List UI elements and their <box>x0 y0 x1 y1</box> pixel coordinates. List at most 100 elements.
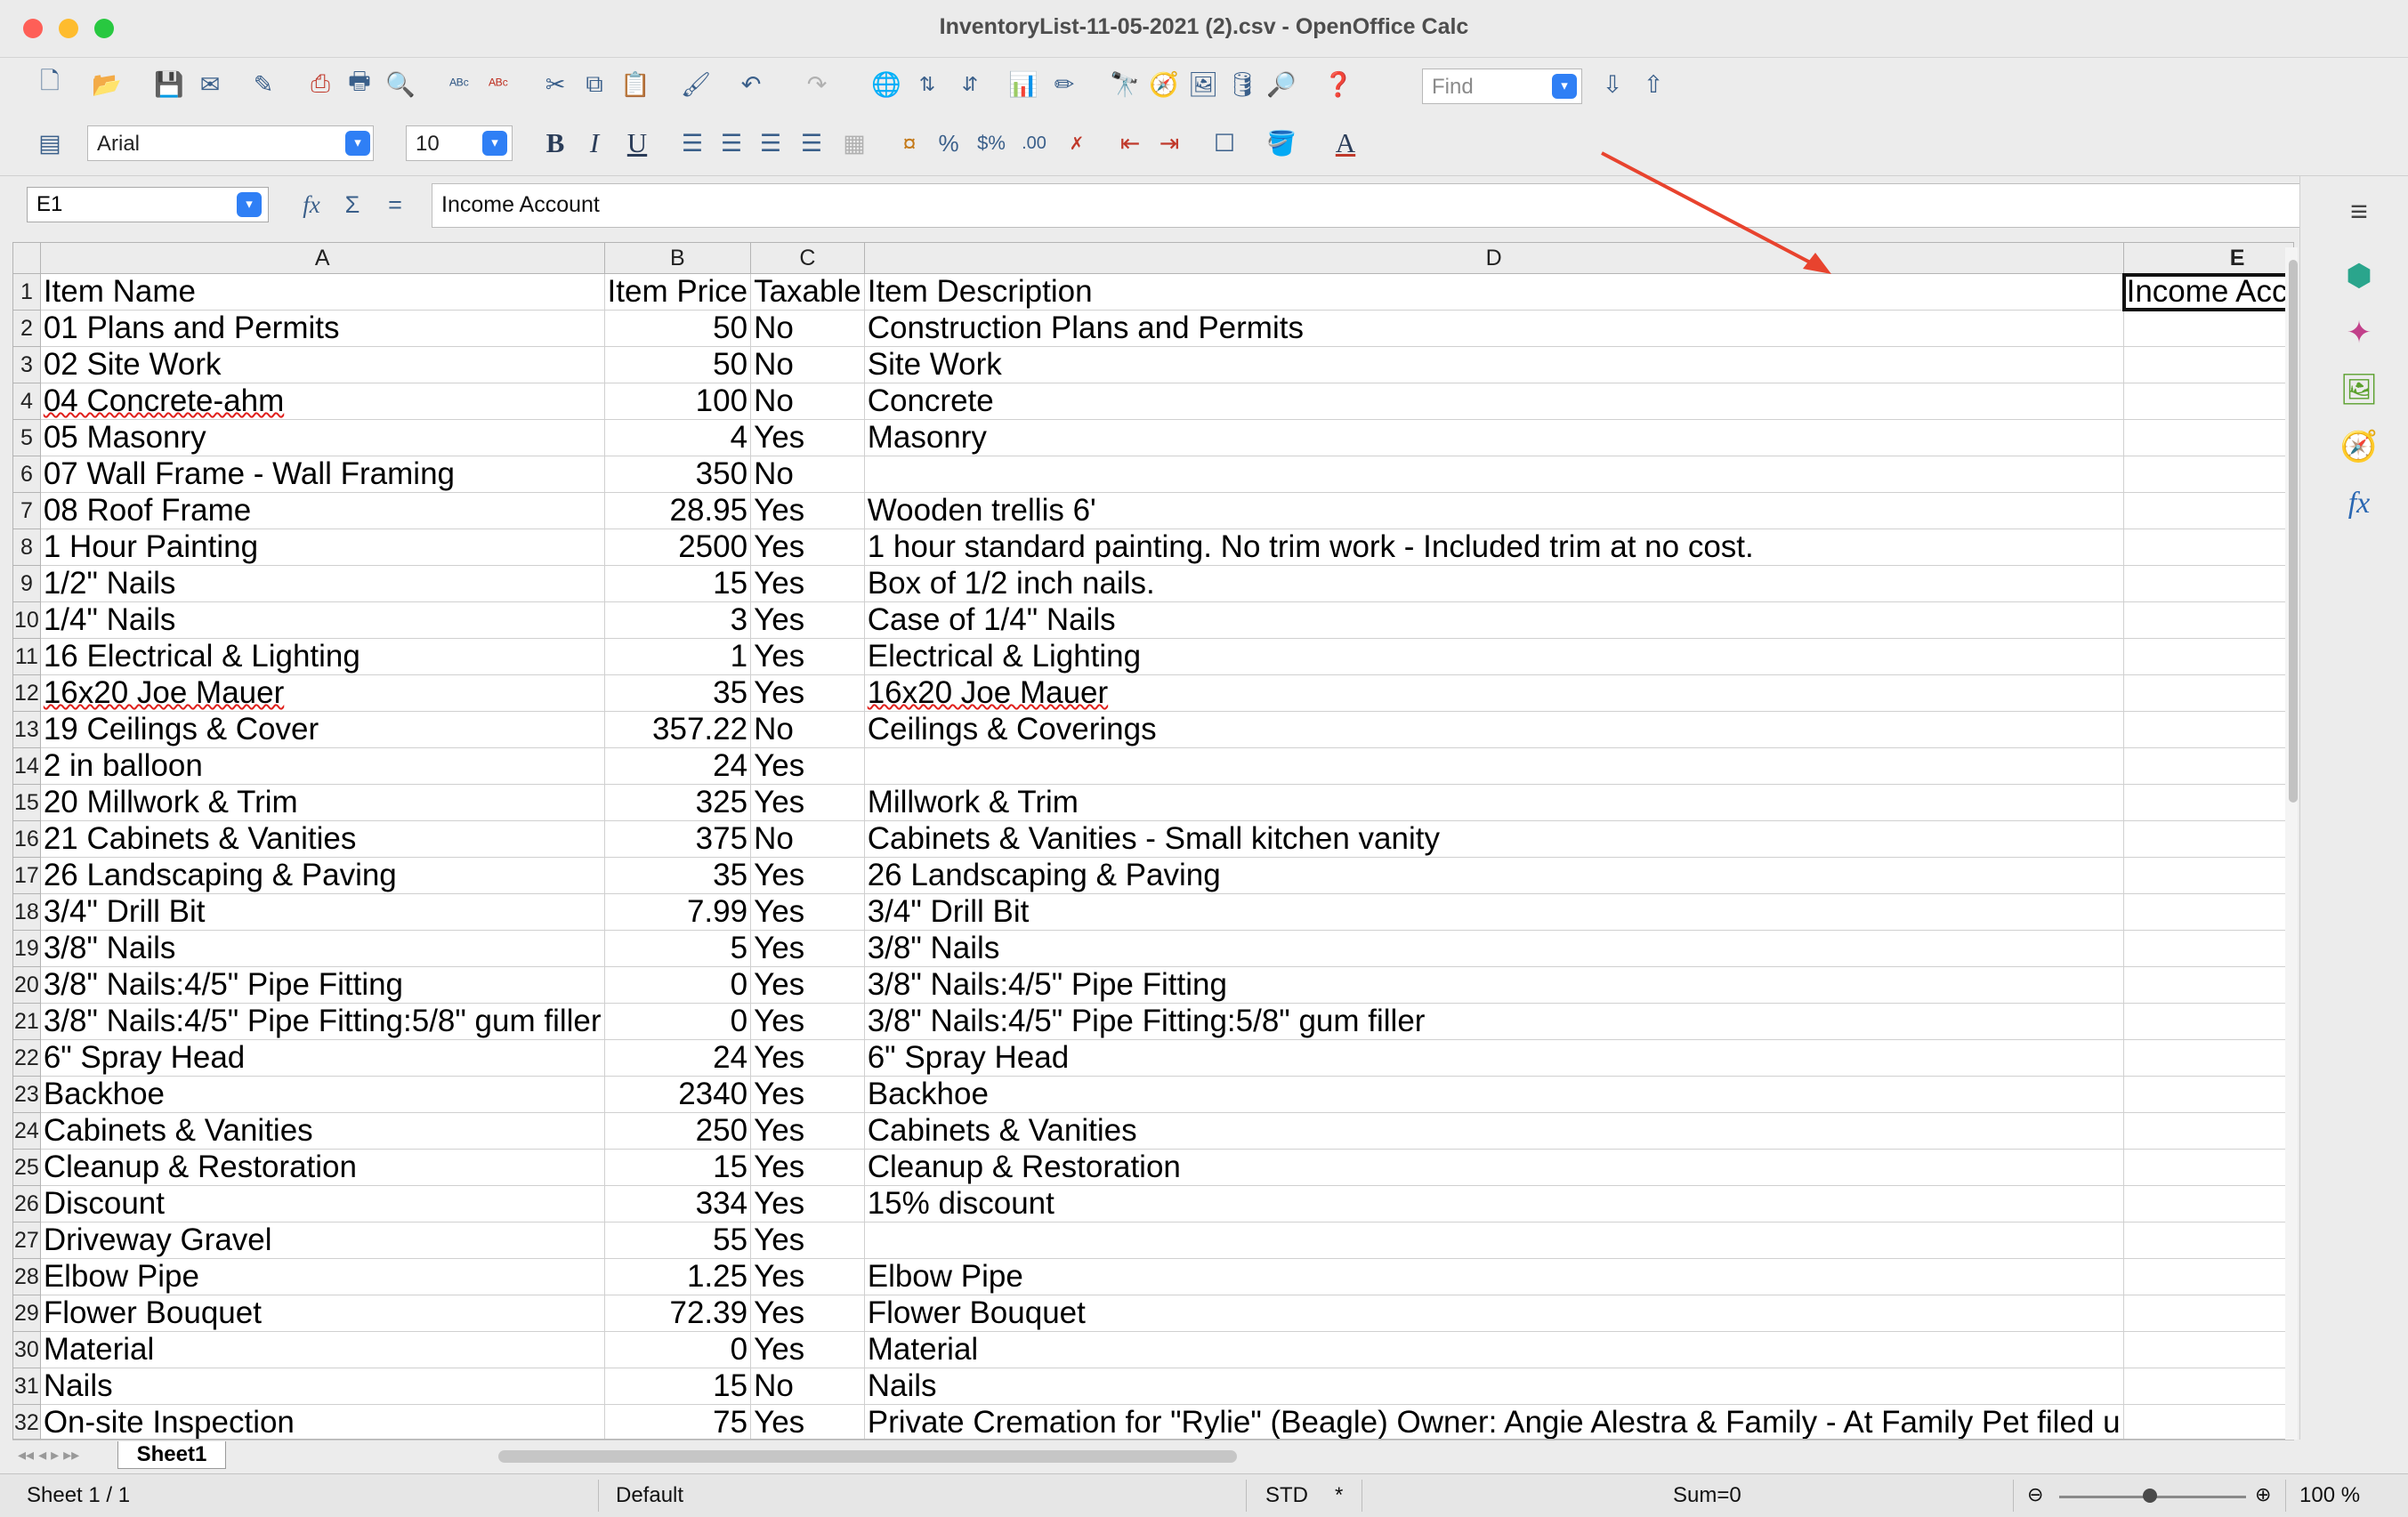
cell-d[interactable]: 3/8" Nails:4/5" Pipe Fitting:5/8" gum fi… <box>864 1003 2124 1040</box>
cell-a[interactable]: Flower Bouquet <box>40 1295 605 1332</box>
row-header[interactable]: 24 <box>13 1112 41 1150</box>
cell-c[interactable]: Yes <box>750 1039 865 1077</box>
status-selection-mode[interactable]: STD <box>1265 1483 1308 1508</box>
percent-format-icon[interactable]: % <box>931 125 966 161</box>
row-header[interactable]: 2 <box>13 310 41 347</box>
italic-button[interactable]: I <box>577 125 612 161</box>
row-header[interactable]: 15 <box>13 784 41 821</box>
cell-b[interactable]: 24 <box>604 1039 752 1077</box>
cell-b[interactable]: 35 <box>604 674 752 712</box>
cell-e[interactable]: Income Account <box>2122 272 2293 311</box>
cell-e[interactable] <box>2123 601 2293 639</box>
redo-icon[interactable]: ↷ <box>799 67 835 102</box>
row-header[interactable]: 1 <box>13 273 41 311</box>
cell-a[interactable]: On-site Inspection <box>40 1404 605 1439</box>
row-header[interactable]: 11 <box>13 638 41 675</box>
cell-d[interactable]: Millwork & Trim <box>864 784 2124 821</box>
row-header[interactable]: 9 <box>13 565 41 602</box>
cell-a[interactable]: 20 Millwork & Trim <box>40 784 605 821</box>
row-header[interactable]: 32 <box>13 1404 41 1439</box>
cell-e[interactable] <box>2123 711 2293 748</box>
cell-c[interactable]: Yes <box>750 601 865 639</box>
cell-e[interactable] <box>2123 529 2293 566</box>
font-size-dropdown-button[interactable]: ▾ <box>482 131 507 156</box>
gallery-sidebar-icon[interactable]: 🖼 <box>2339 370 2379 409</box>
cell-b[interactable]: 2500 <box>604 529 752 566</box>
spellcheck-icon[interactable]: ᴬᴮᶜ <box>441 67 477 102</box>
tab-navigation-icon[interactable]: ◂◂ ◂ ▸ ▸▸ <box>18 1446 79 1465</box>
functions-icon[interactable]: fx <box>2339 484 2379 523</box>
cell-b[interactable]: 55 <box>604 1222 752 1259</box>
cell-b[interactable]: 24 <box>604 747 752 785</box>
open-folder-icon[interactable]: 📂 <box>89 67 125 102</box>
cell-a[interactable]: 08 Roof Frame <box>40 492 605 529</box>
cell-d[interactable]: Private Cremation for "Rylie" (Beagle) O… <box>864 1404 2124 1439</box>
cell-d[interactable]: Masonry <box>864 419 2124 456</box>
zoom-in-icon[interactable]: ⊕ <box>2255 1483 2271 1506</box>
cell-c[interactable]: No <box>750 711 865 748</box>
status-sum[interactable]: Sum=0 <box>1673 1483 1741 1508</box>
column-header[interactable]: A <box>40 243 605 274</box>
cell-a[interactable]: 1/2" Nails <box>40 565 605 602</box>
cell-a[interactable]: Nails <box>40 1368 605 1405</box>
sort-ascending-icon[interactable]: ⇅ <box>909 67 945 102</box>
underline-button[interactable]: U <box>619 125 655 161</box>
cell-d[interactable] <box>864 1222 2124 1259</box>
cell-b[interactable]: 75 <box>604 1404 752 1439</box>
cell-b[interactable]: 325 <box>604 784 752 821</box>
bold-button[interactable]: B <box>537 125 573 161</box>
cell-b[interactable]: 15 <box>604 1149 752 1186</box>
zoom-slider-handle[interactable] <box>2143 1489 2157 1503</box>
vertical-scrollbar-thumb[interactable] <box>2289 260 2298 803</box>
row-header[interactable]: 3 <box>13 346 41 383</box>
column-header[interactable]: B <box>604 243 752 274</box>
cell-d[interactable]: Box of 1/2 inch nails. <box>864 565 2124 602</box>
cell-b[interactable]: 5 <box>604 930 752 967</box>
cell-d[interactable]: Material <box>864 1331 2124 1368</box>
cell-d[interactable] <box>864 456 2124 493</box>
cell-e[interactable] <box>2123 747 2293 785</box>
cell-b[interactable]: 7.99 <box>604 893 752 931</box>
font-name-select[interactable]: Arial <box>87 125 374 161</box>
cell-c[interactable]: Yes <box>750 784 865 821</box>
row-header[interactable]: 22 <box>13 1039 41 1077</box>
column-header[interactable]: D <box>864 243 2124 274</box>
row-header[interactable]: 10 <box>13 601 41 639</box>
cell-b[interactable]: 375 <box>604 820 752 858</box>
cell-d[interactable]: 6" Spray Head <box>864 1039 2124 1077</box>
cell-a[interactable]: 21 Cabinets & Vanities <box>40 820 605 858</box>
zoom-icon[interactable]: 🔎 <box>1264 67 1299 102</box>
cell-a[interactable]: 3/8" Nails:4/5" Pipe Fitting <box>40 966 605 1004</box>
cell-b[interactable]: 15 <box>604 565 752 602</box>
cell-a[interactable]: Material <box>40 1331 605 1368</box>
print-icon[interactable]: 🖶 <box>342 67 377 102</box>
cell-a[interactable]: 02 Site Work <box>40 346 605 383</box>
row-header[interactable]: 7 <box>13 492 41 529</box>
cell-e[interactable] <box>2123 1404 2293 1439</box>
row-header[interactable]: 16 <box>13 820 41 858</box>
cell-c[interactable]: No <box>750 346 865 383</box>
justify-icon[interactable]: ☰ <box>794 125 829 161</box>
cell-a[interactable]: 16x20 Joe Mauer <box>40 674 605 712</box>
cell-c[interactable]: Yes <box>750 492 865 529</box>
gallery-icon[interactable]: 🖼 <box>1185 67 1221 102</box>
cell-b[interactable]: 50 <box>604 346 752 383</box>
find-dropdown-button[interactable]: ▾ <box>1552 74 1577 99</box>
cell-e[interactable] <box>2123 1003 2293 1040</box>
copy-icon[interactable]: ⧉ <box>577 67 612 102</box>
cell-b[interactable]: 72.39 <box>604 1295 752 1332</box>
cell-b[interactable]: Item Price <box>604 273 752 311</box>
row-header[interactable]: 27 <box>13 1222 41 1259</box>
row-header[interactable]: 18 <box>13 893 41 931</box>
cell-a[interactable]: 01 Plans and Permits <box>40 310 605 347</box>
cell-b[interactable]: 334 <box>604 1185 752 1222</box>
cell-d[interactable]: 1 hour standard painting. No trim work -… <box>864 529 2124 566</box>
cell-e[interactable] <box>2123 310 2293 347</box>
cell-b[interactable]: 0 <box>604 1003 752 1040</box>
cell-a[interactable]: 3/8" Nails:4/5" Pipe Fitting:5/8" gum fi… <box>40 1003 605 1040</box>
autospellcheck-icon[interactable]: ᴬᴮᶜ <box>481 67 516 102</box>
cell-b[interactable]: 1.25 <box>604 1258 752 1295</box>
column-header[interactable]: C <box>750 243 865 274</box>
cell-c[interactable]: Yes <box>750 1331 865 1368</box>
cell-c[interactable]: Yes <box>750 529 865 566</box>
